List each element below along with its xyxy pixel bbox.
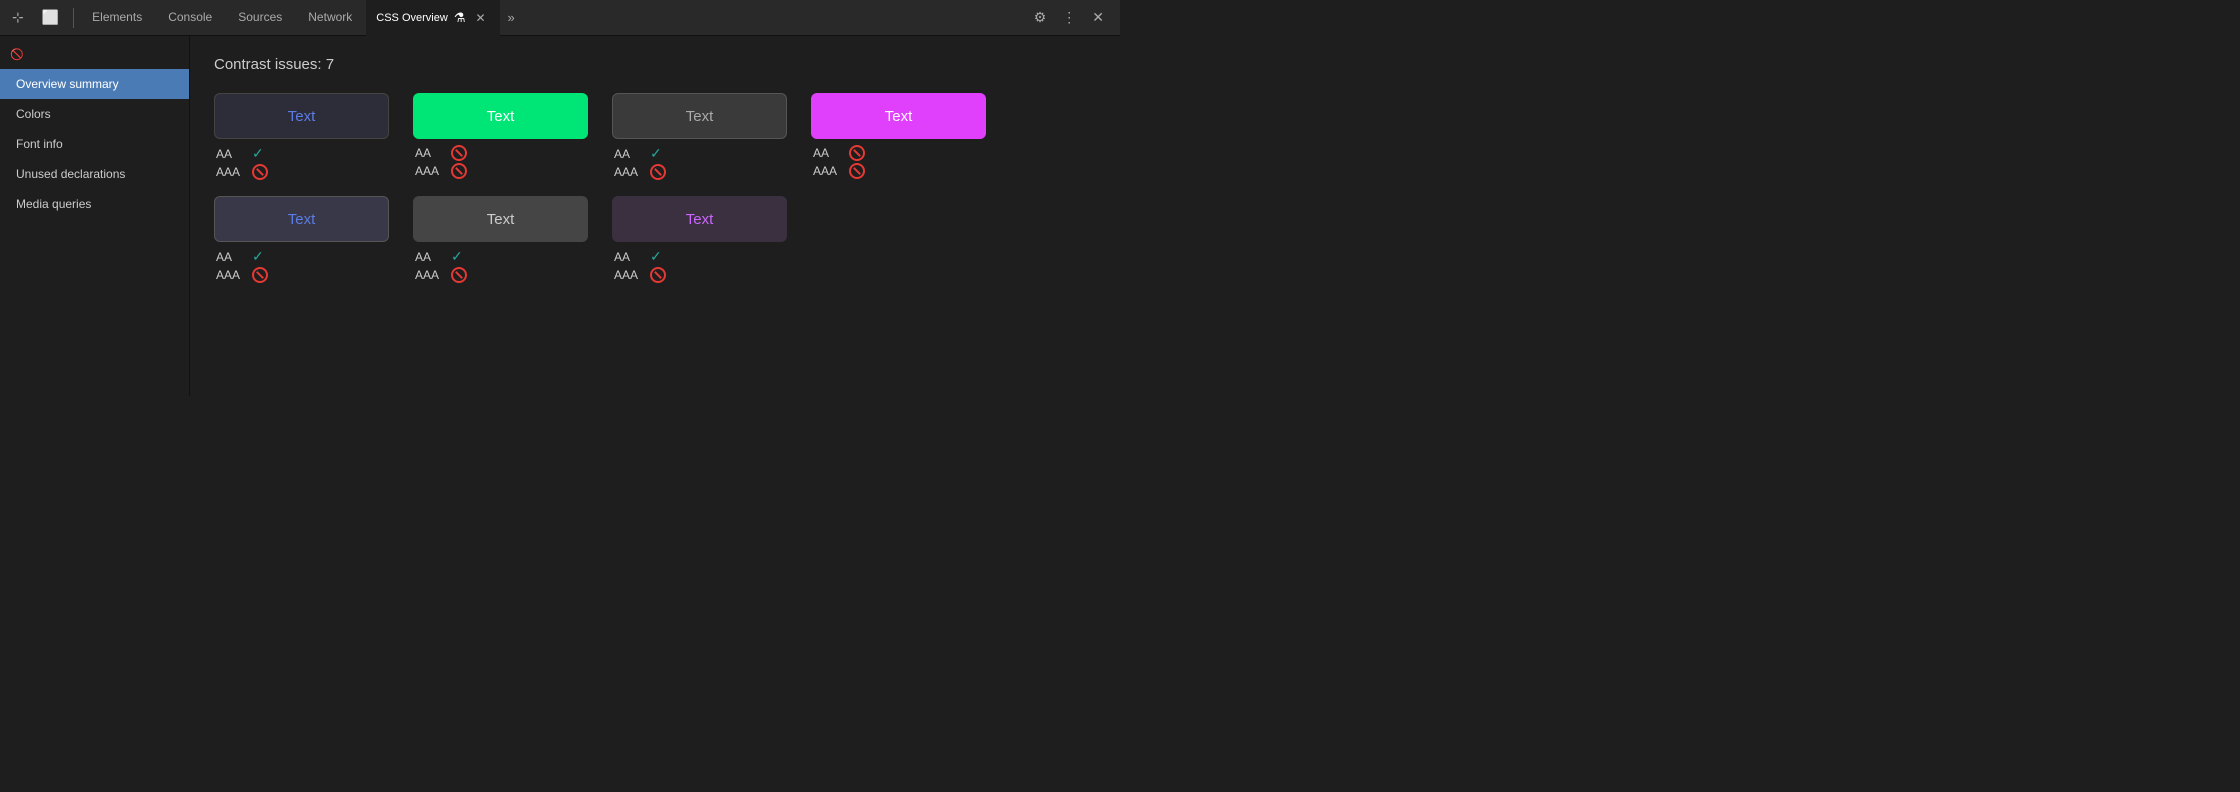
tab-sources[interactable]: Sources	[226, 0, 294, 36]
tab-actions: ⚙ ⋮ ✕	[1030, 5, 1116, 30]
tab-css-overview-label: CSS Overview	[376, 12, 448, 24]
check-aaa-1: AAA	[216, 164, 268, 180]
contrast-button-1[interactable]: Text	[214, 93, 389, 139]
contrast-checks-7: AA ✓ AAA	[612, 248, 666, 283]
check-aaa-label-3: AAA	[614, 165, 642, 179]
check-aa-fail-4	[849, 145, 865, 161]
check-aaa-fail-5	[252, 267, 268, 283]
check-aaa-label-7: AAA	[614, 268, 642, 282]
check-aaa-fail-1	[252, 164, 268, 180]
contrast-item-6: Text AA ✓ AAA	[413, 196, 588, 283]
check-aaa-fail-7	[650, 267, 666, 283]
check-aaa-label-2: AAA	[415, 164, 443, 178]
check-aaa-fail-3	[650, 164, 666, 180]
tab-elements[interactable]: Elements	[80, 0, 154, 36]
check-aaa-7: AAA	[614, 267, 666, 283]
contrast-button-4[interactable]: Text	[811, 93, 986, 139]
contrast-button-3[interactable]: Text	[612, 93, 787, 139]
check-aa-6: AA ✓	[415, 248, 467, 265]
sidebar-item-unused-declarations[interactable]: Unused declarations	[0, 159, 189, 189]
check-aa-label-2: AA	[415, 146, 443, 160]
contrast-button-7[interactable]: Text	[612, 196, 787, 242]
check-aa-pass-7: ✓	[650, 248, 662, 265]
check-aa-fail-2	[451, 145, 467, 161]
contrast-item-4: Text AA AAA	[811, 93, 986, 179]
tab-divider	[73, 8, 74, 28]
contrast-item-3: Text AA ✓ AAA	[612, 93, 787, 180]
check-aaa-fail-2	[451, 163, 467, 179]
check-aa-5: AA ✓	[216, 248, 268, 265]
cursor-icon[interactable]: ⊹	[4, 9, 32, 26]
contrast-checks-2: AA AAA	[413, 145, 467, 179]
tab-console[interactable]: Console	[156, 0, 224, 36]
check-aa-pass-5: ✓	[252, 248, 264, 265]
check-aaa-2: AAA	[415, 163, 467, 179]
contrast-button-2[interactable]: Text	[413, 93, 588, 139]
check-aaa-5: AAA	[216, 267, 268, 283]
contrast-row-2: Text AA ✓ AAA Text	[214, 196, 1096, 283]
prohibit-icon: 🚫	[0, 44, 189, 69]
ellipsis-icon[interactable]: ⋮	[1058, 5, 1080, 30]
check-aa-label-7: AA	[614, 250, 642, 264]
check-aa-label-5: AA	[216, 250, 244, 264]
close-devtools-icon[interactable]: ✕	[1088, 5, 1108, 30]
contrast-row-1: Text AA ✓ AAA Text	[214, 93, 1096, 180]
check-aaa-fail-6	[451, 267, 467, 283]
check-aaa-6: AAA	[415, 267, 467, 283]
contrast-item-1: Text AA ✓ AAA	[214, 93, 389, 180]
contrast-checks-3: AA ✓ AAA	[612, 145, 666, 180]
more-tabs-icon[interactable]: »	[502, 10, 521, 25]
contrast-button-6[interactable]: Text	[413, 196, 588, 242]
contrast-item-5: Text AA ✓ AAA	[214, 196, 389, 283]
check-aa-4: AA	[813, 145, 865, 161]
contrast-button-5[interactable]: Text	[214, 196, 389, 242]
check-aa-label-4: AA	[813, 146, 841, 160]
main-layout: 🚫 Overview summary Colors Font info Unus…	[0, 36, 1120, 396]
tab-close-icon[interactable]: ✕	[471, 9, 489, 27]
contrast-checks-5: AA ✓ AAA	[214, 248, 268, 283]
contrast-item-2: Text AA AAA	[413, 93, 588, 179]
check-aaa-label-4: AAA	[813, 164, 841, 178]
check-aa-2: AA	[415, 145, 467, 161]
check-aa-pass-3: ✓	[650, 145, 662, 162]
contrast-checks-1: AA ✓ AAA	[214, 145, 268, 180]
sidebar-item-overview-summary[interactable]: Overview summary	[0, 69, 189, 99]
check-aaa-4: AAA	[813, 163, 865, 179]
contrast-checks-4: AA AAA	[811, 145, 865, 179]
sidebar-item-media-queries[interactable]: Media queries	[0, 189, 189, 219]
check-aa-pass-1: ✓	[252, 145, 264, 162]
content-area: Contrast issues: 7 Text AA ✓ AAA	[190, 36, 1120, 396]
check-aa-pass-6: ✓	[451, 248, 463, 265]
contrast-checks-6: AA ✓ AAA	[413, 248, 467, 283]
contrast-grid: Text AA ✓ AAA Text	[214, 93, 1096, 283]
check-aaa-label-6: AAA	[415, 268, 443, 282]
sidebar: 🚫 Overview summary Colors Font info Unus…	[0, 36, 190, 396]
flask-icon: ⚗	[454, 10, 466, 26]
check-aaa-label-1: AAA	[216, 165, 244, 179]
tab-css-overview[interactable]: CSS Overview ⚗ ✕	[366, 0, 499, 36]
check-aaa-label-5: AAA	[216, 268, 244, 282]
check-aaa-fail-4	[849, 163, 865, 179]
check-aa-1: AA ✓	[216, 145, 268, 162]
tab-network[interactable]: Network	[296, 0, 364, 36]
check-aa-label-6: AA	[415, 250, 443, 264]
contrast-item-7: Text AA ✓ AAA	[612, 196, 787, 283]
check-aa-3: AA ✓	[614, 145, 666, 162]
check-aaa-3: AAA	[614, 164, 666, 180]
tab-bar: ⊹ ⬜ Elements Console Sources Network CSS…	[0, 0, 1120, 36]
sidebar-item-colors[interactable]: Colors	[0, 99, 189, 129]
check-aa-label-3: AA	[614, 147, 642, 161]
contrast-issues-title: Contrast issues: 7	[214, 56, 1096, 73]
check-aa-label-1: AA	[216, 147, 244, 161]
device-icon[interactable]: ⬜	[34, 9, 67, 26]
sidebar-item-font-info[interactable]: Font info	[0, 129, 189, 159]
check-aa-7: AA ✓	[614, 248, 666, 265]
settings-icon[interactable]: ⚙	[1030, 5, 1051, 30]
